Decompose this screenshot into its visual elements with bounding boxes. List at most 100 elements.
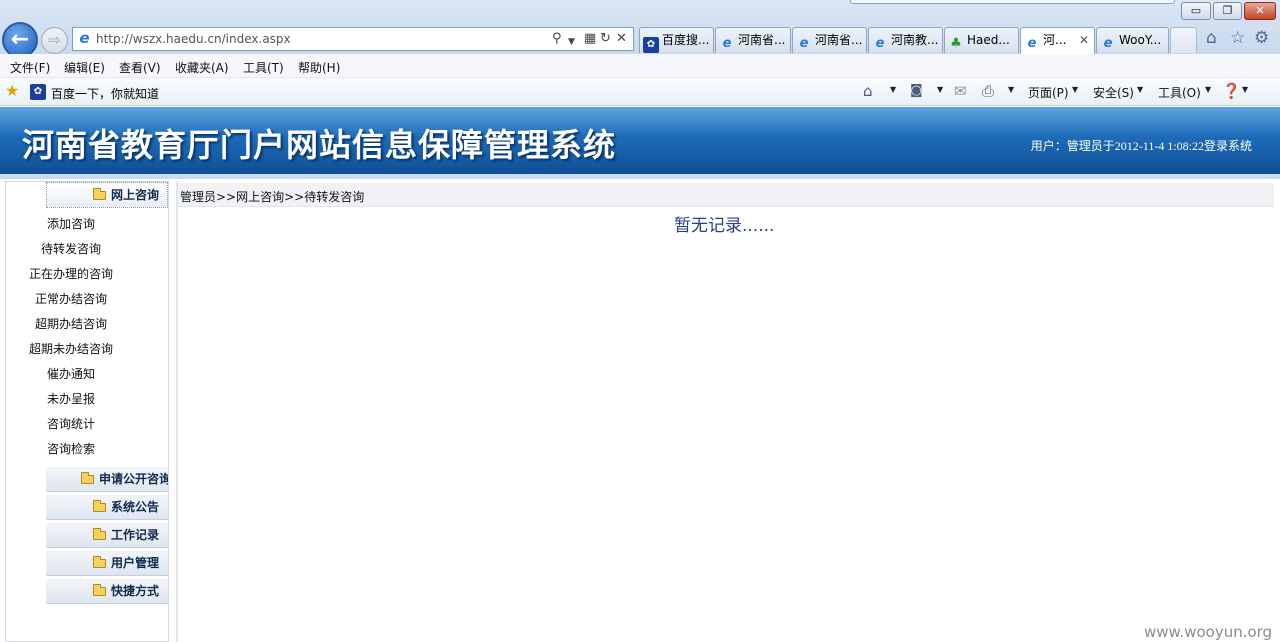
menu-help[interactable]: 帮助(H) [298, 59, 340, 76]
address-bar[interactable]: e http://wszx.haedu.cn/index.aspx ⚲ ▼ ▦ … [72, 27, 634, 51]
chevron-down-icon[interactable]: ▼ [1072, 85, 1078, 94]
safety-menu[interactable]: 安全(S) [1093, 84, 1134, 101]
watermark: www.wooyun.org [1144, 623, 1273, 641]
sidebar-item-closed-overdue[interactable]: 超期办结咨询 [35, 315, 107, 332]
sidebar-item-overdue-open[interactable]: 超期未办结咨询 [29, 340, 113, 357]
search-dropdown-icon[interactable]: ▼ [568, 34, 575, 50]
refresh-icon[interactable]: ↻ [600, 31, 611, 47]
tab-henan-edu[interactable]: e 河南教... [868, 27, 943, 53]
page-menu[interactable]: 页面(P) [1028, 84, 1069, 101]
tab-label: WooY... [1119, 33, 1162, 47]
section-label: 工作记录 [111, 528, 160, 542]
tab-label: 河南教... [891, 33, 939, 47]
favorites-bar: ★ ✿ 百度一下，你就知道 ⌂ ▼ ◙ ▼ ✉ ⎙ ▼ 页面(P) ▼ 安全(S… [0, 78, 1280, 106]
menu-edit[interactable]: 编辑(E) [64, 59, 105, 76]
tab-label: 河南省... [738, 33, 786, 47]
chevron-down-icon[interactable]: ▼ [1205, 85, 1211, 94]
site-banner: 河南省教育厅门户网站信息保障管理系统 用户：管理员于2012-11-4 1:08… [0, 107, 1280, 174]
section-label: 用户管理 [111, 556, 160, 570]
compat-view-icon[interactable]: ▦ [584, 31, 596, 47]
favorites-add-icon[interactable]: ★ [5, 83, 19, 99]
chevron-down-icon[interactable]: ▼ [1137, 85, 1143, 94]
tab-close-icon[interactable]: ✕ [1079, 28, 1089, 52]
ie-icon: e [875, 36, 885, 51]
login-status: 用户：管理员于2012-11-4 1:08:22登录系统 [1030, 139, 1252, 153]
ie-icon: e [799, 36, 809, 51]
section-disclosure-request[interactable]: 申请公开咨询 [46, 466, 168, 492]
tab-active-henan[interactable]: e 河... ✕ [1020, 27, 1095, 54]
title-sliver [850, 0, 1175, 4]
sidebar-item-closed-normal[interactable]: 正常办结咨询 [35, 290, 107, 307]
tab-label: Haed... [967, 33, 1010, 47]
home-icon[interactable]: ⌂ [863, 82, 873, 100]
section-label: 网上咨询 [111, 188, 160, 202]
minimize-button[interactable]: ▭ [1181, 2, 1211, 20]
sidebar-item-pending-forward[interactable]: 待转发咨询 [41, 240, 101, 257]
folder-icon [93, 188, 106, 200]
clover-icon: ♣ [950, 36, 962, 51]
section-shortcuts[interactable]: 快捷方式 [46, 578, 168, 604]
restore-button[interactable]: ❐ [1213, 2, 1242, 20]
ie-icon: e [79, 29, 90, 47]
chevron-down-icon[interactable]: ▼ [1008, 85, 1014, 94]
tools-menu[interactable]: 工具(O) [1158, 84, 1201, 101]
address-url[interactable]: http://wszx.haedu.cn/index.aspx [96, 32, 291, 46]
favorites-link-baidu[interactable]: 百度一下，你就知道 [51, 85, 159, 102]
settings-gear-icon[interactable]: ⚙ [1254, 28, 1269, 48]
rss-feed-icon[interactable]: ◙ [910, 82, 923, 100]
print-icon[interactable]: ⎙ [982, 82, 994, 100]
sidebar-item-unhandled-report[interactable]: 未办呈报 [47, 390, 95, 407]
menu-favorites[interactable]: 收藏夹(A) [175, 59, 229, 76]
section-online-consult[interactable]: 网上咨询 [46, 182, 168, 208]
baidu-paw-icon: ✿ [643, 37, 659, 53]
favorites-star-icon[interactable]: ☆ [1230, 28, 1245, 48]
search-icon[interactable]: ⚲ [552, 31, 562, 47]
tab-wooyun[interactable]: e WooY... [1096, 27, 1169, 53]
ie-icon: e [1103, 36, 1113, 51]
section-user-management[interactable]: 用户管理 [46, 550, 168, 576]
ie-icon: e [722, 36, 732, 51]
home-icon[interactable]: ⌂ [1206, 28, 1217, 48]
ie-icon: e [1027, 36, 1037, 51]
tab-label: 河南省... [815, 33, 863, 47]
tab-henan-1[interactable]: e 河南省... [715, 27, 791, 53]
sidebar-item-in-progress[interactable]: 正在办理的咨询 [29, 265, 113, 282]
sidebar-item-add-consult[interactable]: 添加咨询 [47, 215, 95, 232]
tab-henan-2[interactable]: e 河南省... [792, 27, 867, 53]
stop-icon[interactable]: ✕ [616, 31, 627, 47]
chevron-down-icon[interactable]: ▼ [890, 85, 896, 94]
breadcrumb: 管理员>>网上咨询>>待转发咨询 [178, 183, 1274, 207]
chevron-down-icon[interactable]: ▼ [937, 85, 943, 94]
chevron-down-icon[interactable]: ▼ [1242, 85, 1248, 94]
section-label: 系统公告 [111, 500, 160, 514]
sidebar-item-search[interactable]: 咨询检索 [47, 440, 95, 457]
menu-tools[interactable]: 工具(T) [243, 59, 284, 76]
section-work-log[interactable]: 工作记录 [46, 522, 168, 548]
folder-icon [93, 528, 106, 540]
breadcrumb-text: 管理员>>网上咨询>>待转发咨询 [180, 190, 365, 204]
tab-haedu[interactable]: ♣ Haed... [944, 27, 1019, 53]
main-content: 管理员>>网上咨询>>待转发咨询 暂无记录...... [176, 181, 1274, 642]
folder-icon [81, 472, 94, 484]
menu-view[interactable]: 查看(V) [119, 59, 161, 76]
sidebar-nav: 网上咨询 添加咨询 待转发咨询 正在办理的咨询 正常办结咨询 超期办结咨询 超期… [5, 181, 169, 642]
back-button[interactable]: ← [2, 22, 38, 58]
mail-icon[interactable]: ✉ [954, 82, 967, 100]
help-icon[interactable]: ❓ [1222, 82, 1241, 100]
sidebar-item-statistics[interactable]: 咨询统计 [47, 415, 95, 432]
section-label: 快捷方式 [111, 584, 160, 598]
banner-stripe [0, 174, 1280, 179]
new-tab-button[interactable] [1170, 27, 1197, 53]
tab-baidu[interactable]: ✿ 百度搜... [639, 27, 714, 53]
tab-label: 百度搜... [662, 33, 710, 47]
baidu-paw-icon: ✿ [30, 84, 46, 100]
folder-icon [93, 584, 106, 596]
forward-button[interactable]: ⇨ [41, 27, 68, 54]
site-title: 河南省教育厅门户网站信息保障管理系统 [22, 126, 617, 164]
close-window-button[interactable]: ✕ [1244, 2, 1276, 20]
section-announcements[interactable]: 系统公告 [46, 494, 168, 520]
tab-label: 河... [1043, 33, 1067, 47]
menu-file[interactable]: 文件(F) [10, 59, 50, 76]
sidebar-item-reminder[interactable]: 催办通知 [47, 365, 95, 382]
empty-state-message: 暂无记录...... [674, 216, 775, 236]
